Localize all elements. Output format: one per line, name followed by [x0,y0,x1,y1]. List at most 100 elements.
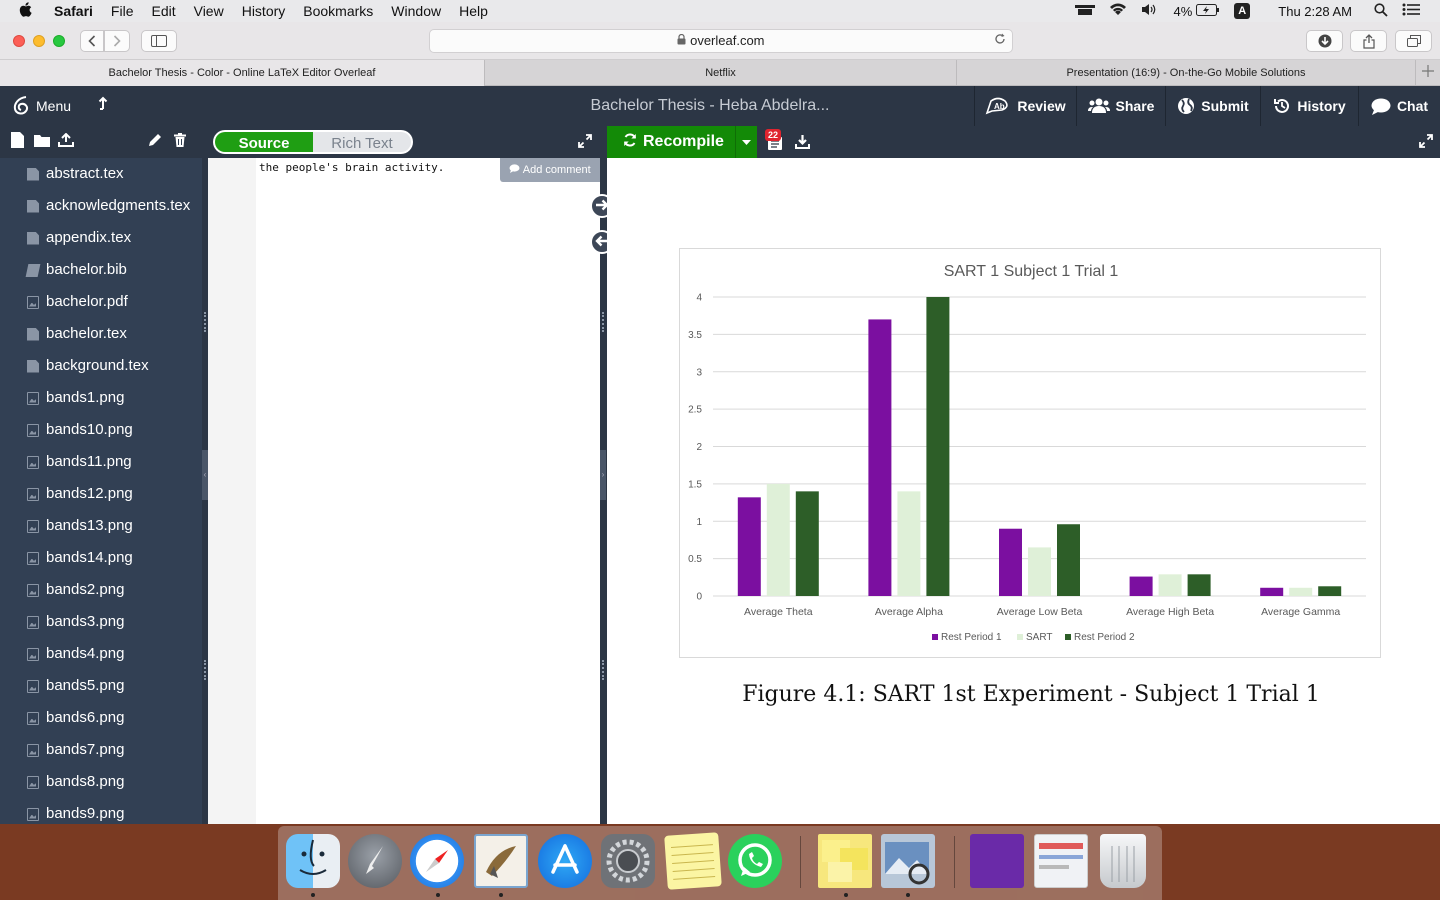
file-list: abstract.tex acknowledgments.tex appendix.… [0,158,202,824]
downloads-button[interactable] [1306,30,1343,52]
code-line[interactable]: the people's brain activity. [259,161,444,174]
safari-dock-icon[interactable] [410,834,464,888]
finder-dock-icon[interactable] [286,834,340,888]
input-source-indicator[interactable]: A [1234,3,1251,19]
wifi-icon[interactable] [1109,3,1127,19]
preview-dock-icon[interactable] [881,834,935,888]
resize-grip [204,660,206,680]
show-tabs-button[interactable] [1395,30,1432,52]
file-item[interactable]: bands13.png [0,510,202,542]
file-item[interactable]: bands14.png [0,542,202,574]
file-name: appendix.tex [46,229,132,246]
spotlight-search-icon[interactable] [1374,2,1388,20]
expand-pdf-icon[interactable] [1419,134,1433,153]
file-item[interactable]: bands2.png [0,574,202,606]
zoom-window-button[interactable] [53,35,65,47]
apple-icon[interactable] [19,1,39,21]
file-item[interactable]: bands11.png [0,446,202,478]
back-to-projects-button[interactable] [98,86,108,126]
back-button[interactable] [80,30,104,52]
menu-bookmarks[interactable]: Bookmarks [303,3,373,19]
battery-icon[interactable] [1196,3,1220,19]
file-item[interactable]: bachelor.bib [0,254,202,286]
share-button[interactable] [1350,30,1387,52]
file-item[interactable]: bands4.png [0,638,202,670]
pdf-viewer[interactable]: SART 1 Subject 1 Trial 1 0 0.5 1 1.5 2 2.5 3 3.5… [607,158,1440,824]
sidebar-toggle-button[interactable] [141,30,177,52]
file-item[interactable]: background.tex [0,350,202,382]
file-item[interactable]: bands1.png [0,382,202,414]
documents-stack-dock-icon[interactable] [1034,834,1088,888]
share-project-button[interactable]: Share [1076,86,1165,126]
add-comment-button[interactable]: Add comment [500,158,600,182]
app-store-dock-icon[interactable] [538,834,592,888]
whatsapp-dock-icon[interactable] [728,834,782,888]
mail-dock-icon[interactable] [474,834,528,888]
new-tab-button[interactable] [1416,60,1440,85]
menu-history[interactable]: History [242,3,286,19]
recompile-button[interactable]: Recompile [607,126,757,158]
tab-presentation[interactable]: Presentation (16:9) - On-the-Go Mobile S… [957,60,1416,86]
file-item[interactable]: bands3.png [0,606,202,638]
image-file-icon [27,679,39,693]
history-button[interactable]: History [1260,86,1358,126]
menu-help[interactable]: Help [459,3,488,19]
battery-percent[interactable]: 4% [1173,4,1192,19]
clock[interactable]: Thu 2:28 AM [1278,4,1352,19]
trash-dock-icon[interactable] [1100,834,1146,888]
forward-button[interactable] [104,30,130,52]
image-file-icon [27,711,39,725]
collapse-pdf-handle[interactable]: › [600,450,606,500]
file-item[interactable]: bands5.png [0,670,202,702]
notification-center-icon[interactable] [1402,3,1420,19]
menu-window[interactable]: Window [391,3,441,19]
menu-view[interactable]: View [194,3,224,19]
recompile-options-caret-icon[interactable] [735,126,757,158]
bar [1057,524,1080,596]
notes-dock-icon[interactable] [664,832,722,890]
file-item[interactable]: appendix.tex [0,222,202,254]
upload-icon[interactable] [58,132,74,151]
chart-title: SART 1 Subject 1 Trial 1 [944,263,1119,280]
project-title[interactable]: Bachelor Thesis - Heba Abdelra... [560,86,860,126]
minimize-window-button[interactable] [33,35,45,47]
volume-icon[interactable] [1141,3,1159,19]
file-item[interactable]: abstract.tex [0,158,202,190]
file-item[interactable]: bands9.png [0,798,202,824]
address-bar[interactable]: overleaf.com [429,29,1013,53]
new-folder-icon[interactable] [34,134,50,151]
file-item[interactable]: bands8.png [0,766,202,798]
chat-bubble-icon [1371,98,1391,115]
source-mode-toggle[interactable]: Source [213,130,313,154]
delete-trash-icon[interactable] [174,133,186,151]
new-file-icon[interactable] [11,132,24,152]
chat-button[interactable]: Chat [1358,86,1440,126]
tab-overleaf[interactable]: Bachelor Thesis - Color - Online LaTeX E… [0,60,485,86]
review-button[interactable]: Ab Review [974,86,1076,126]
close-window-button[interactable] [13,35,25,47]
menu-file[interactable]: File [111,3,134,19]
source-editor[interactable]: the people's brain activity. Add comment [208,158,600,824]
system-preferences-dock-icon[interactable] [601,834,655,888]
menu-app-name[interactable]: Safari [54,3,93,19]
file-item[interactable]: acknowledgments.tex [0,190,202,222]
reload-icon[interactable] [994,30,1006,52]
download-pdf-icon[interactable] [795,134,810,154]
rich-text-mode-toggle[interactable]: Rich Text [313,130,413,154]
menu-button[interactable]: Menu [12,86,71,126]
file-item[interactable]: bands12.png [0,478,202,510]
file-item[interactable]: bachelor.pdf [0,286,202,318]
file-item[interactable]: bands7.png [0,734,202,766]
file-item[interactable]: bands6.png [0,702,202,734]
submit-button[interactable]: Submit [1165,86,1260,126]
airplay-icon[interactable] [1075,4,1096,19]
file-item[interactable]: bachelor.tex [0,318,202,350]
launchpad-dock-icon[interactable] [348,834,402,888]
stickies-dock-icon[interactable] [818,834,872,888]
rename-pencil-icon[interactable] [148,133,162,151]
stack-folder-dock-icon[interactable] [970,834,1024,888]
tab-netflix[interactable]: Netflix [485,60,957,86]
expand-editor-icon[interactable] [578,134,592,153]
menu-edit[interactable]: Edit [151,3,175,19]
file-item[interactable]: bands10.png [0,414,202,446]
